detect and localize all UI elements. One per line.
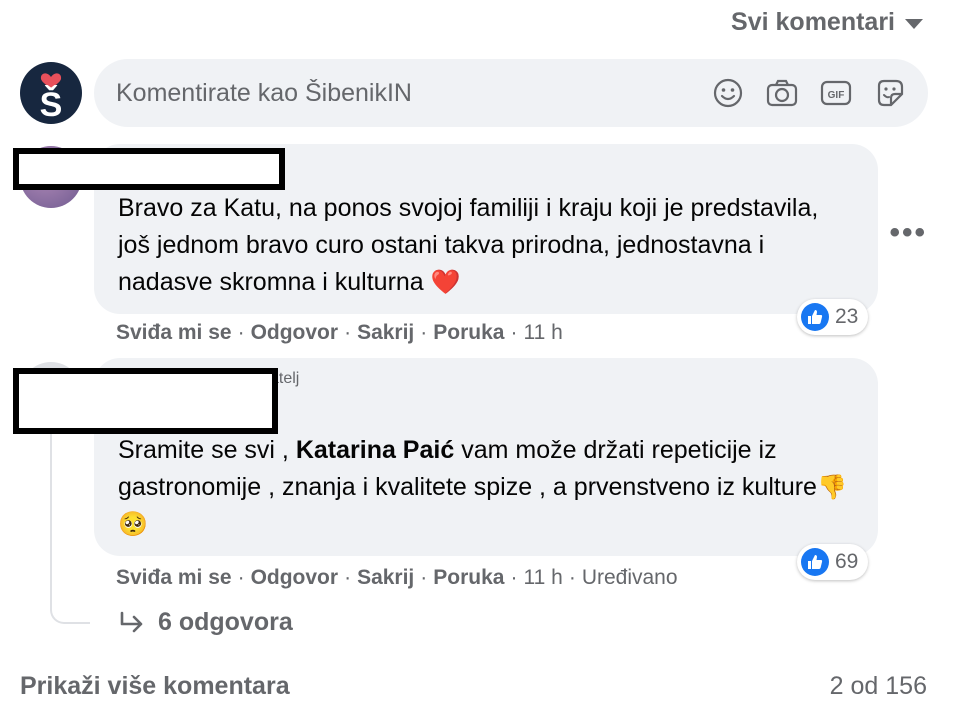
like-count: 23 — [835, 305, 859, 328]
reply-link[interactable]: Odgovor — [251, 321, 339, 345]
like-link[interactable]: Sviđa mi se — [116, 321, 232, 345]
edited-label[interactable]: Uređivano — [582, 566, 678, 590]
comment-timestamp[interactable]: 11 h — [523, 566, 562, 590]
heart-emoji: ❤️ — [430, 269, 461, 296]
comment-actions: Sviđa mi se · Odgovor · Sakrij · Poruka · 11… — [116, 321, 563, 345]
message-link[interactable]: Poruka — [433, 566, 504, 590]
comment-timestamp[interactable]: 11 h — [523, 321, 562, 345]
message-link[interactable]: Poruka — [433, 321, 504, 345]
like-count: 69 — [835, 550, 859, 573]
composer-tools: GIF — [712, 77, 906, 109]
redacted-commenter-name — [13, 368, 278, 434]
comment-input[interactable] — [116, 78, 712, 108]
comment-sort-dropdown[interactable]: Svi komentari — [731, 8, 923, 37]
redacted-commenter-name — [13, 148, 285, 190]
more-options-icon[interactable]: ••• — [889, 216, 927, 250]
page-avatar[interactable]: Š — [20, 62, 82, 124]
show-more-comments-link[interactable]: Prikaži više komentara — [20, 672, 290, 701]
gif-icon[interactable]: GIF — [820, 77, 852, 109]
mention-link[interactable]: Katarina Paić — [296, 436, 454, 464]
view-replies-link[interactable]: 6 odgovora — [118, 608, 293, 637]
comment-actions: Sviđa mi se · Odgovor · Sakrij · Poruka · 11… — [116, 566, 678, 590]
hide-link[interactable]: Sakrij — [357, 321, 414, 345]
replies-count-label: 6 odgovora — [158, 608, 293, 636]
reaction-summary[interactable]: 69 — [797, 544, 869, 580]
comment-page-count: 2 od 156 — [829, 672, 927, 700]
like-reaction-icon — [801, 548, 829, 576]
sticker-icon[interactable] — [874, 77, 906, 109]
reply-arrow-icon — [120, 611, 143, 632]
reply-link[interactable]: Odgovor — [251, 566, 339, 590]
camera-icon[interactable] — [766, 77, 798, 109]
comment-composer[interactable]: GIF — [94, 59, 928, 127]
reaction-summary[interactable]: 23 — [797, 299, 869, 335]
caret-down-icon — [905, 19, 923, 29]
svg-text:GIF: GIF — [828, 90, 845, 101]
like-reaction-icon — [801, 303, 829, 331]
emoji-icon[interactable] — [712, 77, 744, 109]
hide-link[interactable]: Sakrij — [357, 566, 414, 590]
svg-text:Š: Š — [40, 85, 63, 118]
like-link[interactable]: Sviđa mi se — [116, 566, 232, 590]
sibenik-logo-icon: Š — [40, 73, 63, 118]
comment-sort-label: Svi komentari — [731, 8, 895, 36]
